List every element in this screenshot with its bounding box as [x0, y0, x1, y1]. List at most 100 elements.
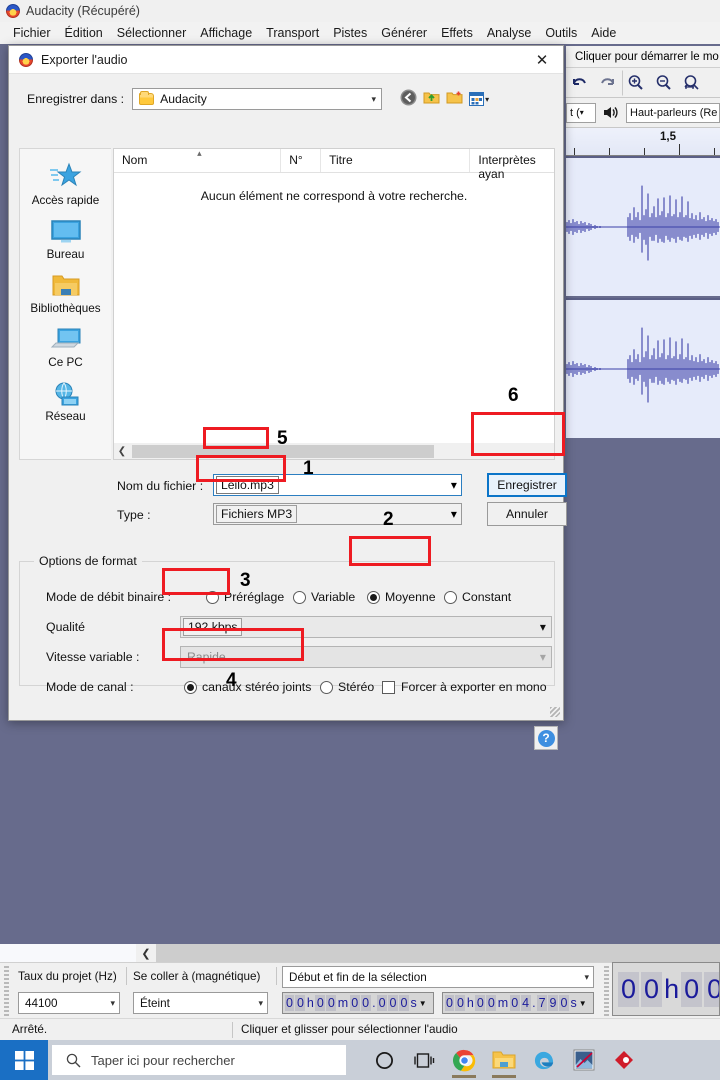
radio-icon — [206, 590, 219, 604]
cancel-button[interactable]: Annuler — [487, 502, 567, 526]
resize-grip[interactable] — [550, 707, 560, 717]
spinner-icon[interactable]: ▼ — [579, 999, 587, 1008]
close-icon[interactable]: ✕ — [521, 46, 563, 74]
cortana-icon[interactable] — [364, 1040, 404, 1080]
annotation-number-3: 3 — [240, 570, 251, 591]
menu-fichier[interactable]: Fichier — [6, 24, 58, 42]
channel-mode-row: Mode de canal : canaux stéréo joints Sté… — [20, 675, 554, 699]
zoom-in-icon[interactable] — [622, 69, 648, 96]
variable-speed-row: Vitesse variable : Rapide ▾ — [20, 645, 554, 669]
search-input[interactable]: Taper ici pour rechercher — [52, 1045, 346, 1075]
task-view-icon[interactable] — [404, 1040, 444, 1080]
photos-icon[interactable] — [564, 1040, 604, 1080]
file-list-hscrollbar[interactable]: ❮ — [114, 443, 554, 459]
type-combo[interactable]: Fichiers MP3 ▾ — [213, 503, 462, 525]
back-icon[interactable] — [400, 89, 417, 109]
speaker-icon — [598, 100, 624, 126]
radio-label: Préréglage — [224, 590, 285, 604]
folder-icon — [139, 91, 155, 105]
place-reseau[interactable]: Réseau — [20, 381, 112, 423]
audio-track-1[interactable] — [566, 156, 720, 296]
toolbar-grip-2[interactable] — [604, 966, 609, 1016]
menu-edition[interactable]: Édition — [58, 24, 110, 42]
dialog-titlebar: Exporter l'audio ✕ — [9, 46, 563, 74]
timeline-ruler[interactable]: 1,5 — [566, 128, 720, 156]
radio-icon — [184, 680, 197, 694]
annotation-number-6: 6 — [508, 385, 519, 406]
scroll-left-icon[interactable]: ❮ — [114, 443, 130, 459]
view-mode-icon[interactable]: ▾ — [469, 92, 489, 106]
menu-affichage[interactable]: Affichage — [193, 24, 259, 42]
column-header-nom[interactable]: ▴ Nom — [114, 148, 282, 172]
export-audio-dialog: Exporter l'audio ✕ Enregistrer dans : Au… — [8, 45, 567, 750]
bitrate-mode-prereglage[interactable]: Préréglage — [206, 590, 284, 604]
selection-mode-combo[interactable]: Début et fin de la sélection ▾ — [282, 966, 594, 988]
redo-icon[interactable] — [594, 70, 620, 96]
toolbar-grip-1[interactable] — [4, 966, 9, 1016]
new-folder-icon[interactable] — [446, 90, 463, 108]
column-header-interpretes[interactable]: Interprètes ayan — [470, 149, 554, 181]
zoom-out-icon[interactable] — [650, 70, 676, 96]
place-label: Ce PC — [48, 356, 83, 369]
column-label: Titre — [329, 153, 353, 167]
edge-icon[interactable] — [524, 1040, 564, 1080]
project-rate-value: 44100 — [25, 996, 58, 1010]
zoom-fit-selection-icon[interactable] — [678, 70, 704, 96]
scroll-left-icon[interactable]: ❮ — [136, 944, 156, 962]
menu-pistes[interactable]: Pistes — [326, 24, 374, 42]
place-bureau[interactable]: Bureau — [20, 219, 112, 261]
menu-selectionner[interactable]: Sélectionner — [110, 24, 194, 42]
snap-combo[interactable]: Éteint ▾ — [133, 992, 268, 1014]
file-list[interactable]: ▴ Nom N° Titre Interprètes ayan Aucun él… — [113, 148, 555, 460]
menu-aide[interactable]: Aide — [584, 24, 623, 42]
quality-combo[interactable]: 192 kbps ▾ — [180, 616, 552, 638]
bitrate-mode-constant[interactable]: Constant — [444, 590, 511, 604]
column-header-numero[interactable]: N° — [281, 149, 322, 172]
status-state: Arrêté. — [12, 1023, 48, 1036]
project-rate-combo[interactable]: 44100 ▾ — [18, 992, 120, 1014]
audio-position-timecode[interactable]: 00h 00 00h00 — [612, 962, 720, 1016]
audio-track-2[interactable] — [566, 298, 720, 438]
chevron-down-icon: ▾ — [539, 620, 546, 634]
horizontal-scrollbar[interactable]: ❮ — [0, 944, 720, 962]
windows-taskbar: Taper ici pour rechercher — [0, 1040, 720, 1080]
selection-end-timecode[interactable]: 00h 00m 04. 790s ▼ 00h00m04.790s — [442, 992, 594, 1014]
up-folder-icon[interactable] — [423, 90, 440, 108]
place-label: Bureau — [46, 248, 85, 261]
bitrate-mode-variable[interactable]: Variable — [293, 590, 355, 604]
audacity-titlebar: Audacity (Récupéré) — [0, 0, 720, 22]
file-explorer-icon[interactable] — [484, 1040, 524, 1080]
channel-mode-stereo[interactable]: Stéréo — [320, 680, 374, 694]
quality-value: 192 kbps — [183, 618, 243, 636]
chrome-icon[interactable] — [444, 1040, 484, 1080]
filename-value[interactable]: Leilo.mp3 — [216, 476, 279, 494]
menu-generer[interactable]: Générer — [374, 24, 434, 42]
menu-effets[interactable]: Effets — [434, 24, 480, 42]
input-device-combo[interactable]: t ( ▾ — [566, 102, 596, 123]
output-device-combo[interactable]: Haut-parleurs (Re — [626, 102, 720, 123]
scroll-track[interactable] — [156, 944, 720, 962]
save-button[interactable]: Enregistrer — [487, 473, 567, 497]
force-mono-checkbox[interactable]: Forcer à exporter en mono — [382, 680, 547, 694]
menu-analyse[interactable]: Analyse — [480, 24, 538, 42]
save-in-combo[interactable]: Audacity ▾ — [132, 88, 383, 110]
place-bibliotheques[interactable]: Bibliothèques — [20, 273, 112, 315]
place-acces-rapide[interactable]: Accès rapide — [20, 161, 112, 207]
spinner-icon[interactable]: ▼ — [419, 999, 427, 1008]
windows-start-icon[interactable] — [0, 1040, 48, 1080]
recording-app-icon[interactable] — [604, 1040, 644, 1080]
radio-icon — [367, 590, 380, 604]
undo-icon[interactable] — [566, 70, 592, 96]
selection-start-timecode[interactable]: 00h 00m 00. 000s ▼ 00h00m00.000s — [282, 992, 434, 1014]
menu-outils[interactable]: Outils — [538, 24, 584, 42]
menu-transport[interactable]: Transport — [259, 24, 326, 42]
output-device-label: Haut-parleurs (Re — [630, 106, 718, 119]
help-button[interactable]: ? — [534, 726, 558, 750]
channel-mode-joint-stereo[interactable]: canaux stéréo joints — [184, 680, 311, 694]
bitrate-mode-moyenne[interactable]: Moyenne — [367, 590, 436, 604]
play-meter-tooltip: Cliquer pour démarrer le mo — [566, 46, 720, 68]
column-header-titre[interactable]: Titre — [321, 149, 471, 172]
filename-combo[interactable]: Leilo.mp3 ▾ — [213, 474, 462, 496]
file-list-header: ▴ Nom N° Titre Interprètes ayan — [114, 148, 554, 181]
place-ce-pc[interactable]: Ce PC — [20, 327, 112, 369]
